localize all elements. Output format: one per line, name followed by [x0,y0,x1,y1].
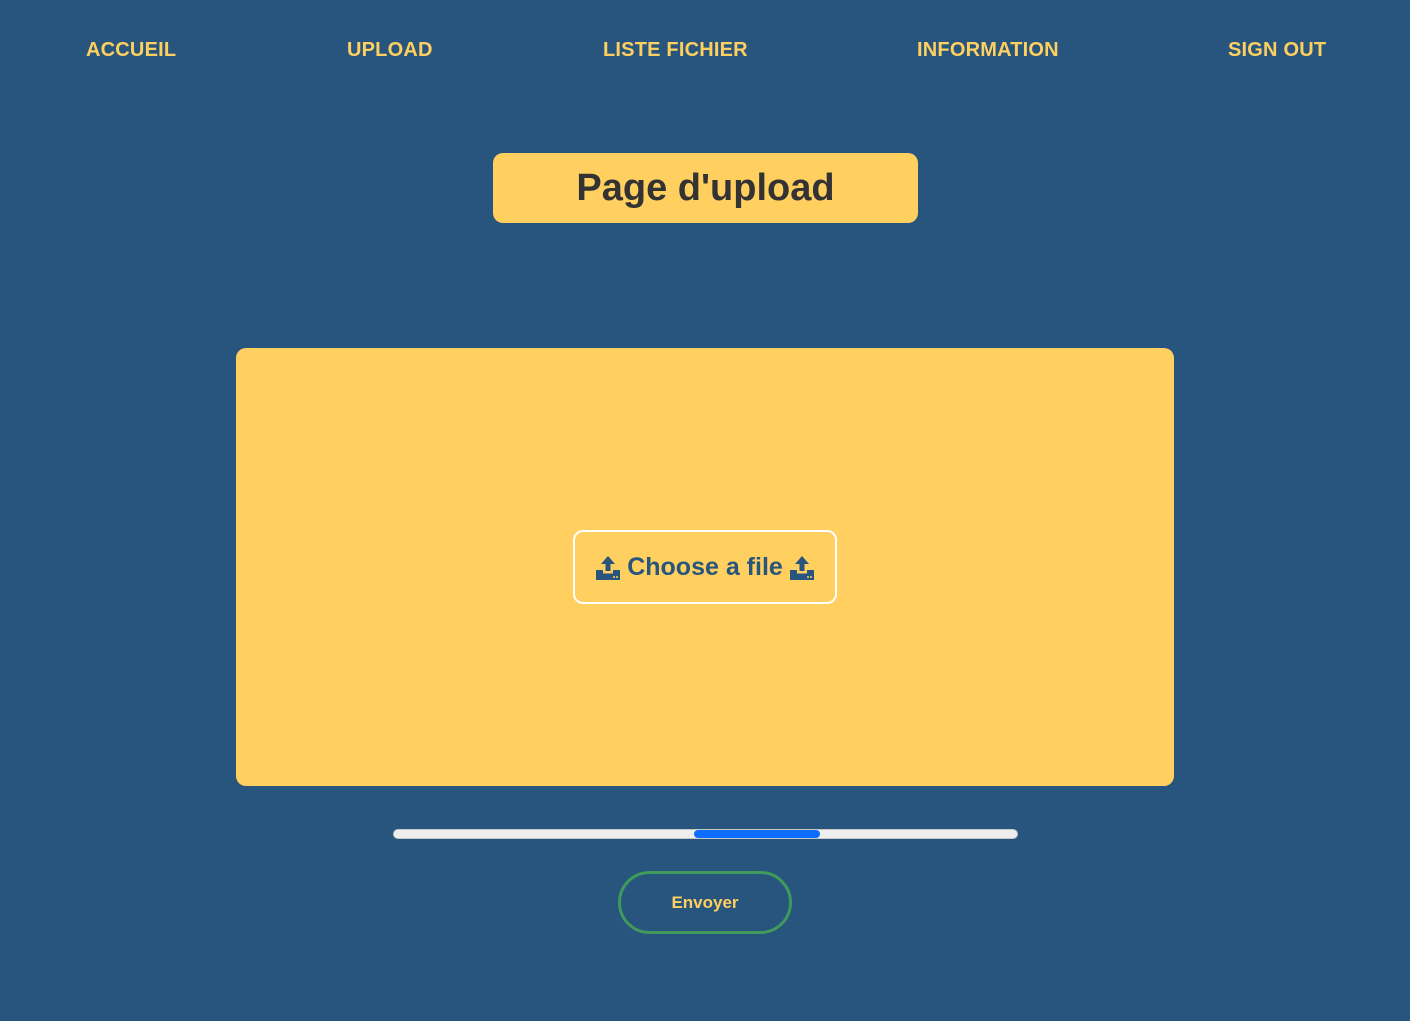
upload-icon [789,555,815,581]
upload-progress-bar [393,829,1018,839]
choose-file-label: Choose a file [627,552,783,581]
nav-link-accueil[interactable]: ACCUEIL [86,38,176,62]
choose-file-button[interactable]: Choose a file [573,530,837,604]
page-title-box: Page d'upload [493,153,918,223]
nav-link-upload[interactable]: UPLOAD [347,38,433,62]
top-navigation: ACCUEIL UPLOAD LISTE FICHIER INFORMATION… [0,0,1410,100]
send-button[interactable]: Envoyer [618,871,792,934]
nav-link-information[interactable]: INFORMATION [917,38,1059,62]
upload-progress-fill [694,830,820,838]
page-title: Page d'upload [576,166,835,209]
nav-link-liste-fichier[interactable]: LISTE FICHIER [603,38,748,62]
upload-icon [595,555,621,581]
nav-link-sign-out[interactable]: SIGN OUT [1228,38,1326,62]
upload-page: ACCUEIL UPLOAD LISTE FICHIER INFORMATION… [0,0,1410,1021]
